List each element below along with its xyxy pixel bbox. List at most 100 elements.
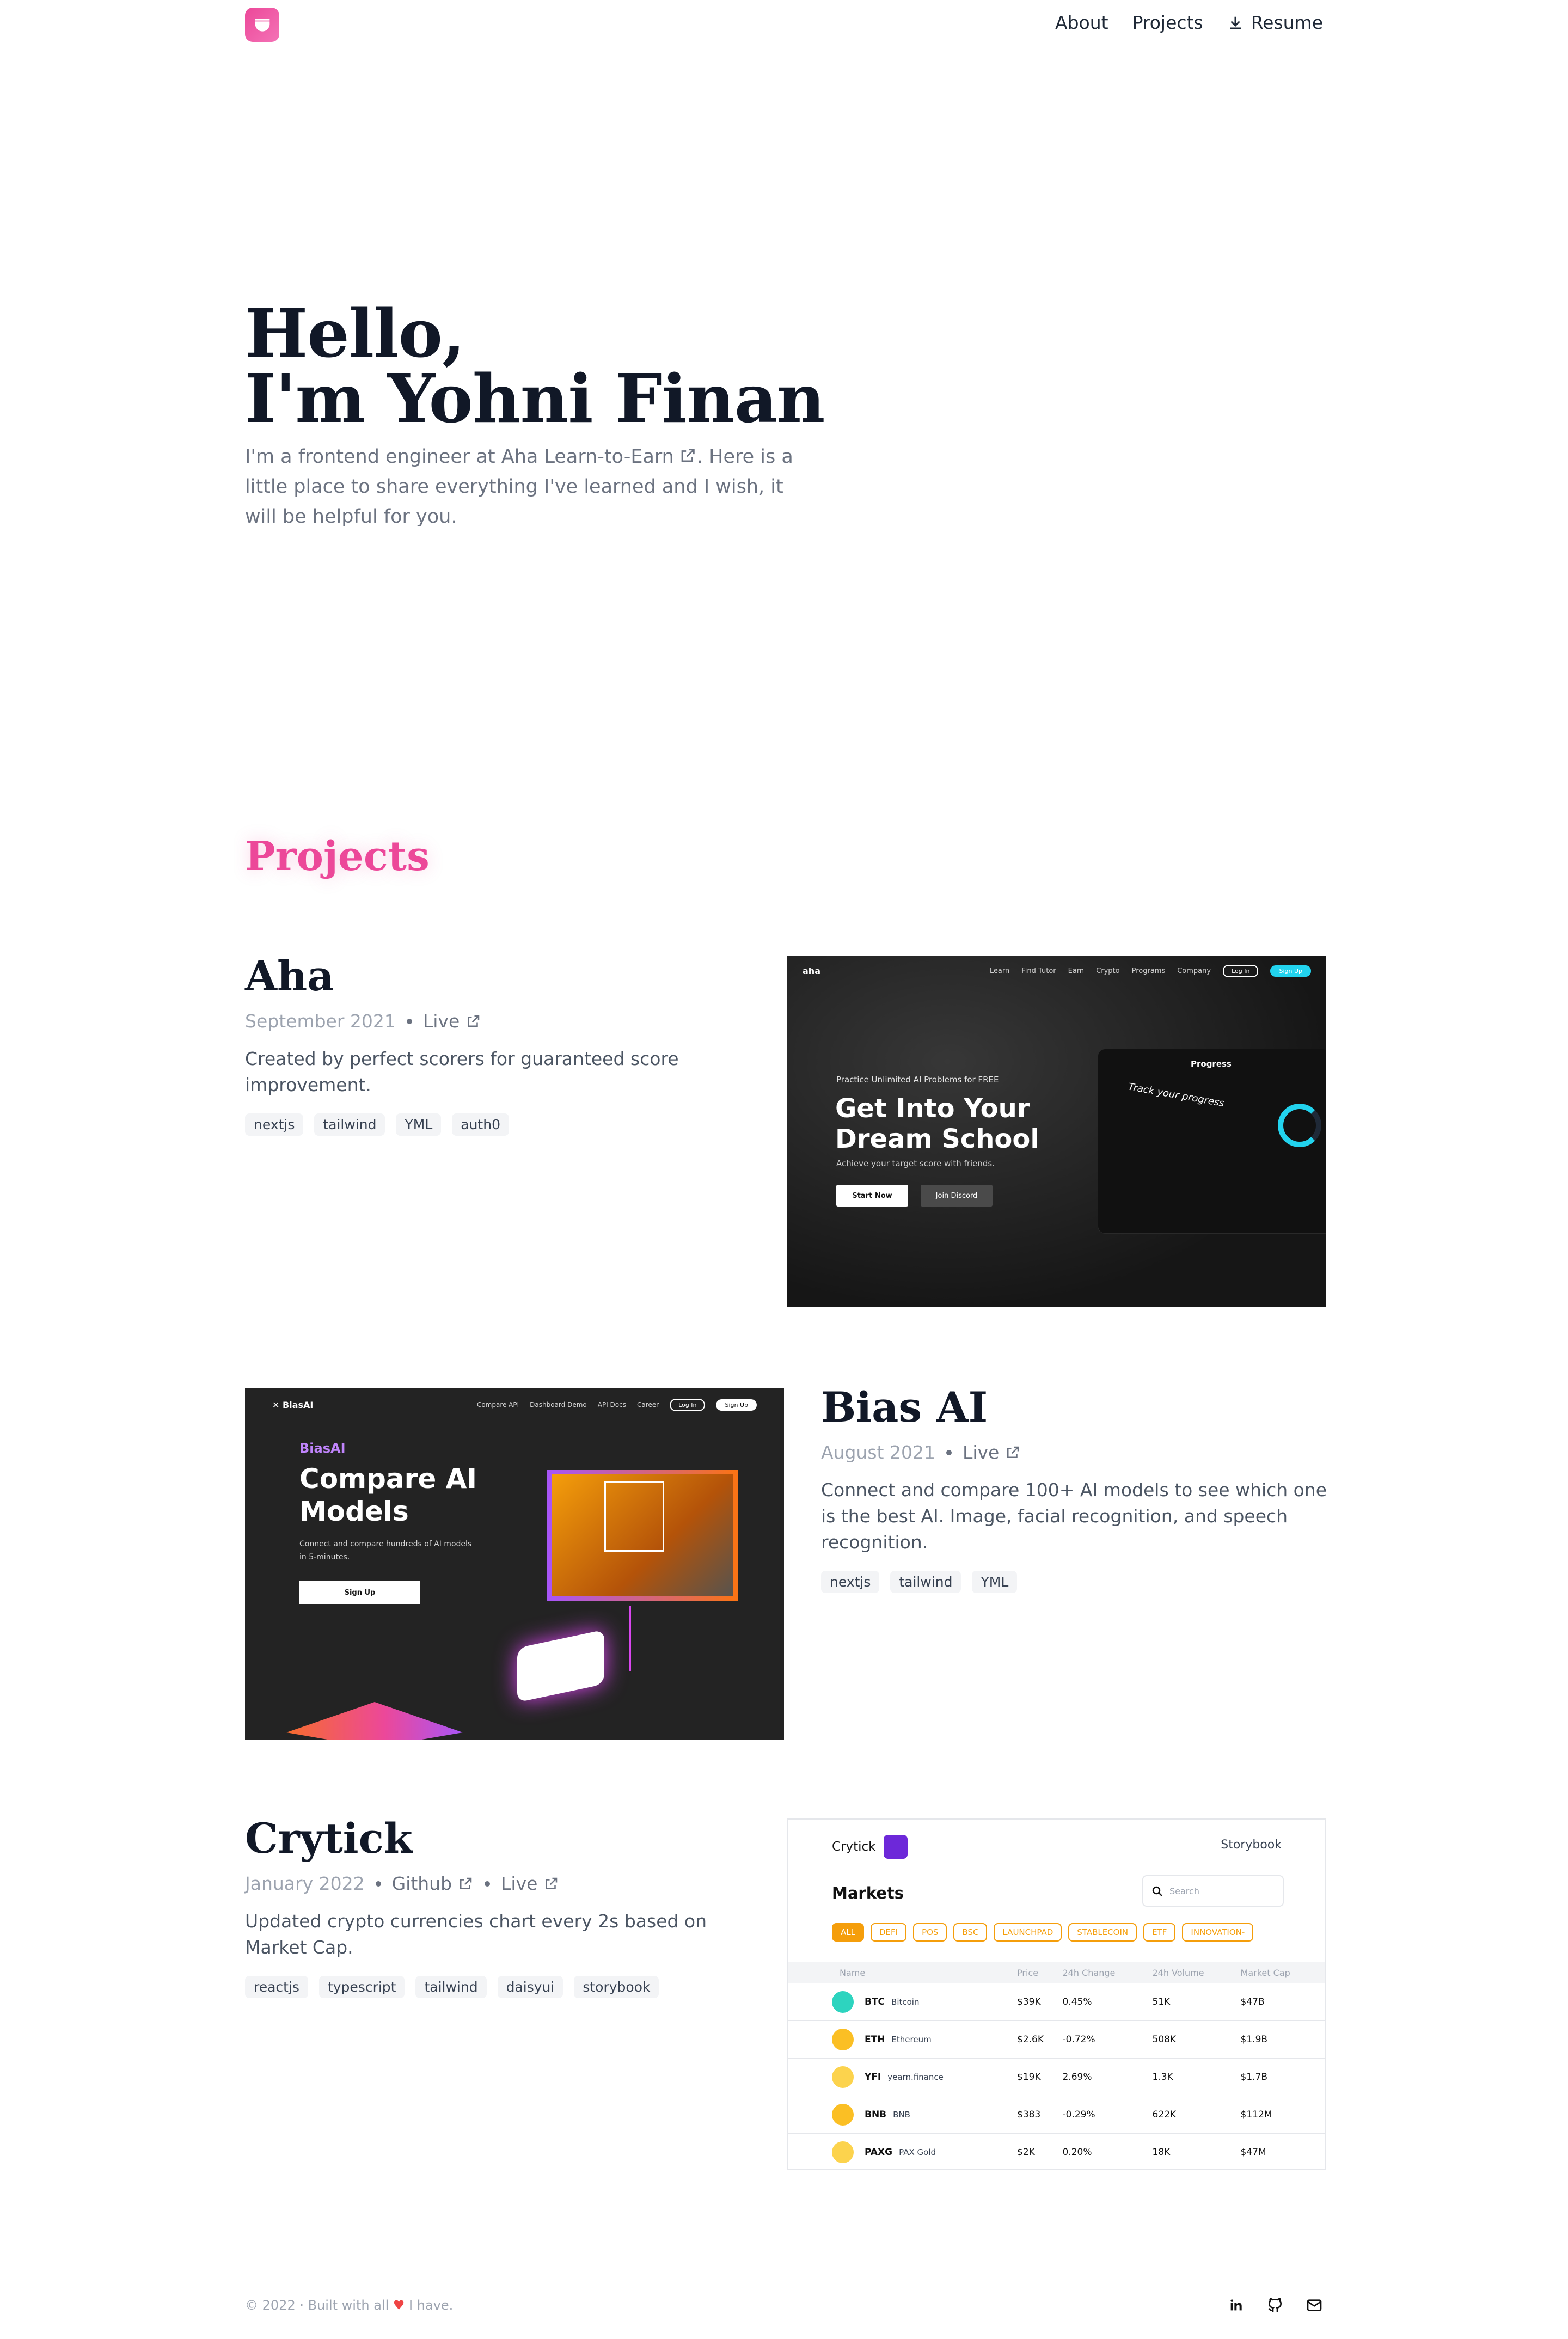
project-description: Created by perfect scorers for guarantee…	[245, 1048, 679, 1095]
coin-icon	[832, 2141, 854, 2163]
live-link-label: Live	[422, 1011, 460, 1032]
tag: typescript	[318, 1976, 405, 1998]
mail-icon[interactable]	[1306, 2297, 1323, 2314]
live-link[interactable]: Live	[423, 1011, 481, 1032]
project-meta: August 2021 Live	[821, 1442, 1344, 1463]
coin-cap: $112M	[1240, 2096, 1325, 2134]
table-row[interactable]: YFI yearn.finance $19K 2.69% 1.3K $1.7B	[788, 2058, 1325, 2096]
table-row[interactable]: BTC Bitcoin $39K 0.45% 51K $47B	[788, 1983, 1325, 2021]
coin-name: Ethereum	[891, 2035, 932, 2044]
main-nav: About Projects Resume	[1055, 12, 1323, 33]
filter-chip: ALL	[832, 1923, 864, 1942]
project-crytick: Crytick January 2022 Github Live Updated…	[245, 1814, 768, 1998]
category-filters: ALL DEFI POS BSC LAUNCHPAD STABLECOIN ET…	[832, 1923, 1284, 1942]
hero-title-line2: I'm Yohni Finan	[245, 359, 825, 438]
coin-price: $383	[1017, 2096, 1063, 2134]
progress-ring	[1278, 1104, 1321, 1147]
nav-projects[interactable]: Projects	[1132, 12, 1203, 33]
coin-icon	[832, 2066, 854, 2088]
tag-list: nextjs tailwind YML auth0	[245, 1113, 768, 1136]
aha-headline-1: Get Into Your	[835, 1093, 1030, 1124]
nav-about[interactable]: About	[1055, 12, 1108, 33]
crytick-screenshot[interactable]: Crytick Storybook Markets Search ALL DEF…	[787, 1818, 1326, 2170]
table-header: Name Price 24h Change 24h Volume Market …	[788, 1962, 1325, 1983]
coin-volume: 1.3K	[1152, 2058, 1241, 2096]
table-body: BTC Bitcoin $39K 0.45% 51K $47B ETH Ethereum $2.…	[788, 1983, 1325, 2169]
bias-menu-item: Compare API	[476, 1401, 519, 1409]
external-link-icon	[460, 1877, 472, 1889]
linkedin-icon[interactable]	[1227, 2297, 1245, 2314]
coin-cell: ETH Ethereum	[788, 2020, 1017, 2059]
search-icon	[1152, 1886, 1162, 1896]
aha-headline-2: Dream School	[835, 1124, 1039, 1154]
tag: reactjs	[245, 1976, 308, 1998]
aha-screenshot[interactable]: aha Learn Find Tutor Earn Crypto Program…	[787, 956, 1326, 1307]
project-date: September 2021	[245, 1011, 396, 1032]
bias-login-button: Log In	[670, 1398, 706, 1411]
project-date: August 2021	[821, 1442, 935, 1463]
coin-name: yearn.finance	[887, 2072, 944, 2082]
live-link[interactable]: Live	[501, 1873, 559, 1894]
footer-text-suffix: I have.	[405, 2298, 454, 2313]
bias-headline: Compare AI Models	[299, 1462, 477, 1528]
tag: auth0	[452, 1113, 509, 1136]
coin-name: PAX Gold	[899, 2147, 936, 2157]
coin-icon	[832, 2104, 854, 2126]
aha-menu-item: Earn	[1068, 966, 1085, 975]
live-link[interactable]: Live	[963, 1442, 1021, 1463]
coin-volume: 51K	[1152, 1983, 1241, 2021]
tag: storybook	[574, 1976, 659, 1998]
coin-cap: $47M	[1240, 2133, 1325, 2169]
coin-change: -0.29%	[1062, 2096, 1153, 2134]
nav-projects-label: Projects	[1132, 12, 1203, 33]
footer-copyright: © 2022 · Built with all ♥ I have.	[245, 2298, 453, 2313]
github-icon[interactable]	[1266, 2297, 1284, 2314]
tag: tailwind	[314, 1113, 385, 1136]
bias-menu: Compare API Dashboard Demo API Docs Care…	[476, 1398, 757, 1411]
coin-price: $2.6K	[1017, 2020, 1063, 2059]
external-link-icon	[681, 449, 695, 462]
bias-menu-item: API Docs	[597, 1401, 626, 1409]
bias-kicker: BiasAI	[299, 1441, 346, 1456]
ai-chip	[517, 1629, 604, 1703]
aha-menu-item: Company	[1177, 966, 1211, 975]
tag-list: reactjs typescript tailwind daisyui stor…	[245, 1976, 768, 1998]
project-meta: January 2022 Github Live	[245, 1873, 768, 1894]
project-meta: September 2021 Live	[245, 1011, 768, 1032]
aha-start-button: Start Now	[836, 1185, 908, 1207]
hero-description: I'm a frontend engineer at Aha Learn-to-…	[245, 442, 817, 532]
footer-text-prefix: © 2022 · Built with all	[245, 2298, 393, 2313]
aha-link[interactable]: Aha Learn-to-Earn	[501, 446, 697, 468]
coin-change: -0.72%	[1062, 2020, 1153, 2059]
coin-symbol: YFI	[865, 2072, 881, 2083]
aha-brand: aha	[803, 965, 820, 976]
crytick-brand-row: Crytick	[832, 1835, 908, 1859]
coin-symbol: ETH	[865, 2034, 885, 2045]
separator-dot	[485, 1881, 491, 1887]
aha-menu: Learn Find Tutor Earn Crypto Programs Co…	[990, 964, 1311, 977]
filter-chip: BSC	[953, 1923, 988, 1942]
filter-chip: LAUNCHPAD	[994, 1923, 1062, 1942]
table-row[interactable]: PAXG PAX Gold $2K 0.20% 18K $47M	[788, 2133, 1325, 2169]
storybook-link: Storybook	[1221, 1838, 1282, 1852]
logo[interactable]	[245, 8, 279, 42]
table-row[interactable]: ETH Ethereum $2.6K -0.72% 508K $1.9B	[788, 2020, 1325, 2059]
nav-about-label: About	[1055, 12, 1108, 33]
markets-table: Name Price 24h Change 24h Volume Market …	[788, 1962, 1325, 2169]
aha-subtitle: Achieve your target score with friends.	[836, 1159, 995, 1168]
project-title: Crytick	[245, 1814, 413, 1863]
table-row[interactable]: BNB BNB $383 -0.29% 622K $112M	[788, 2096, 1325, 2134]
coin-volume: 508K	[1152, 2020, 1241, 2059]
nav-resume[interactable]: Resume	[1227, 12, 1323, 33]
hero-title: Hello, I'm Yohni Finan	[245, 300, 825, 432]
github-link[interactable]: Github	[392, 1873, 474, 1894]
bowl-logo-icon	[255, 18, 270, 32]
filter-chip: ETF	[1143, 1923, 1176, 1942]
separator-dot	[375, 1881, 381, 1887]
biasai-screenshot[interactable]: ✕ BiasAI Compare API Dashboard Demo API …	[245, 1388, 784, 1740]
projects-heading: Projects	[245, 833, 430, 880]
tag: daisyui	[497, 1976, 564, 1998]
ethereum-icon	[883, 1835, 908, 1859]
filter-chip: POS	[913, 1923, 947, 1942]
aha-topbar: aha Learn Find Tutor Earn Crypto Program…	[787, 956, 1326, 985]
